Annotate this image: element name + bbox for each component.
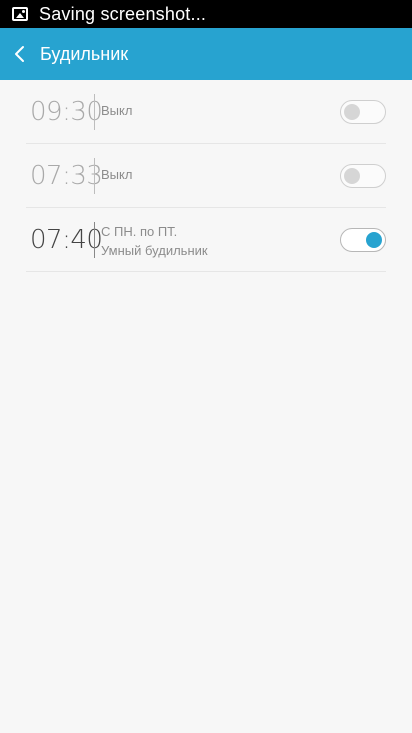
- toggle-knob: [366, 232, 382, 248]
- status-bar: Saving screenshot...: [0, 0, 412, 28]
- alarm-divider: [94, 94, 95, 130]
- alarm-toggle[interactable]: [340, 228, 386, 252]
- alarm-divider: [94, 222, 95, 258]
- alarm-time: 09:30: [30, 97, 103, 127]
- alarm-list: 09:30 Выкл 07:33 Выкл 07:40 С ПН. по ПТ.…: [0, 80, 412, 272]
- alarm-smart-label: Умный будильник: [101, 243, 208, 258]
- alarm-row[interactable]: 09:30 Выкл: [26, 80, 386, 144]
- back-button[interactable]: [0, 28, 40, 80]
- app-bar: Будильник: [0, 28, 412, 80]
- page-title: Будильник: [40, 43, 129, 64]
- alarm-time: 07:40: [30, 225, 103, 255]
- alarm-toggle[interactable]: [340, 100, 386, 124]
- chevron-left-icon: [15, 46, 24, 62]
- toggle-knob: [344, 168, 360, 184]
- toggle-knob: [344, 104, 360, 120]
- alarm-repeat-label: С ПН. по ПТ.: [101, 224, 178, 239]
- alarm-toggle[interactable]: [340, 164, 386, 188]
- alarm-label: Выкл: [101, 167, 133, 182]
- alarm-row[interactable]: 07:40 С ПН. по ПТ. Умный будильник: [26, 208, 386, 272]
- status-notification-text: Saving screenshot...: [39, 3, 207, 24]
- alarm-divider: [94, 158, 95, 194]
- alarm-row[interactable]: 07:33 Выкл: [26, 144, 386, 208]
- screenshot-notification-icon: [12, 7, 28, 21]
- alarm-time: 07:33: [30, 161, 103, 191]
- alarm-label: Выкл: [101, 103, 133, 118]
